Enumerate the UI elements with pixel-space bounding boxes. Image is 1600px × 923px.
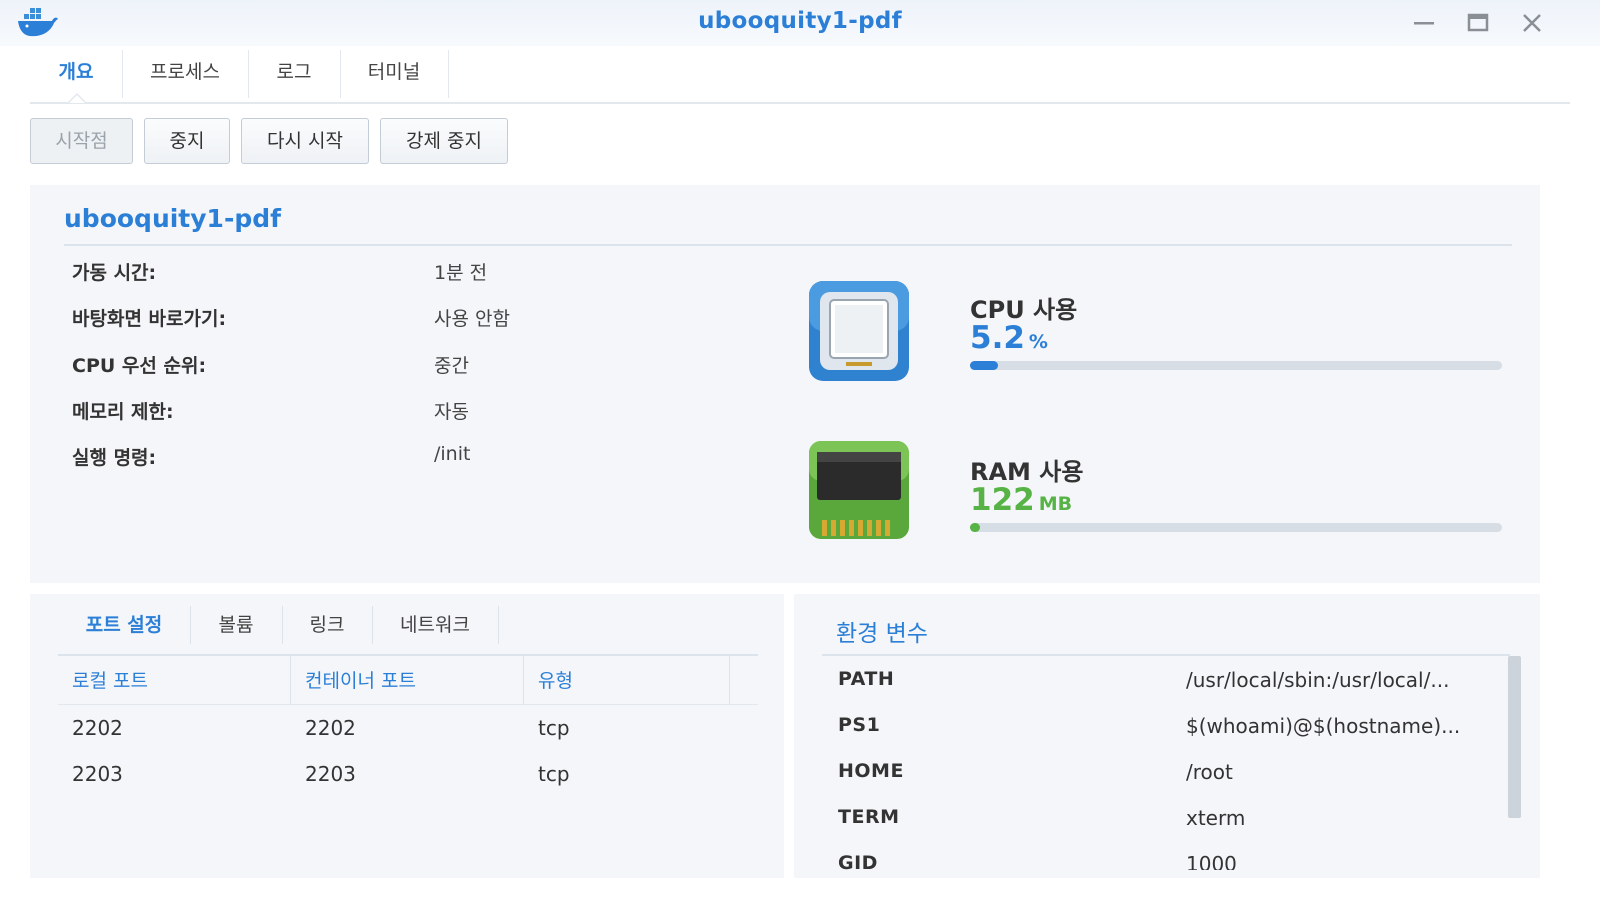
column-header-container-port[interactable]: 컨테이너 포트	[305, 666, 416, 693]
tab-process[interactable]: 프로세스	[122, 50, 249, 98]
desktop-shortcut-label: 바탕화면 바로가기:	[72, 308, 227, 330]
port-type-cell: tcp	[538, 762, 570, 786]
uptime-label: 가동 시간:	[72, 262, 157, 284]
env-value: /usr/local/sbin:/usr/local/...	[1186, 668, 1450, 692]
title-bar: ubooquity1-pdf	[0, 0, 1600, 46]
column-separator	[523, 656, 524, 704]
window-title: ubooquity1-pdf	[698, 8, 902, 34]
container-port-cell: 2203	[305, 762, 356, 786]
container-name: ubooquity1-pdf	[64, 204, 281, 233]
tab-log[interactable]: 로그	[248, 50, 341, 98]
local-port-cell: 2202	[72, 716, 123, 740]
minimize-icon[interactable]	[1409, 8, 1439, 38]
env-key: TERM	[838, 806, 900, 828]
env-title: 환경 변수	[836, 621, 928, 647]
divider	[58, 704, 758, 705]
column-header-type[interactable]: 유형	[538, 666, 573, 693]
ram-usage-bar	[970, 523, 1502, 532]
memory-limit-label: 메모리 제한:	[72, 401, 174, 423]
env-value: 1000	[1186, 852, 1237, 870]
cpu-usage-bar	[970, 361, 1502, 370]
main-tabs: 개요 프로세스 로그 터미널	[30, 50, 1570, 104]
ram-usage-bar-fill	[970, 523, 980, 532]
env-list[interactable]: PATH /usr/local/sbin:/usr/local/... PS1 …	[822, 656, 1506, 870]
active-tab-caret	[67, 93, 87, 103]
exec-command-label: 실행 명령:	[72, 447, 157, 469]
env-key: PATH	[838, 668, 895, 690]
column-header-local-port[interactable]: 로컬 포트	[72, 666, 148, 693]
desktop-shortcut-value: 사용 안함	[434, 308, 510, 330]
env-value: /root	[1186, 760, 1233, 784]
memory-limit-value: 자동	[434, 401, 469, 423]
env-scrollbar[interactable]	[1508, 656, 1521, 818]
port-type-cell: tcp	[538, 716, 570, 740]
env-key: HOME	[838, 760, 904, 782]
cpu-usage-number: 5.2	[970, 320, 1025, 356]
tab-overview[interactable]: 개요	[30, 50, 123, 98]
maximize-icon[interactable]	[1463, 8, 1493, 38]
ram-usage-value: 122 MB	[970, 482, 1072, 518]
cpu-usage-value: 5.2%	[970, 320, 1048, 356]
ram-usage-number: 122	[970, 482, 1035, 518]
env-value: xterm	[1186, 806, 1246, 830]
tab-volume[interactable]: 볼륨	[190, 606, 283, 644]
container-port-cell: 2202	[305, 716, 356, 740]
cpu-usage-unit: %	[1028, 331, 1048, 353]
tab-port-settings[interactable]: 포트 설정	[58, 606, 191, 644]
cpu-chip-icon	[806, 278, 912, 384]
cpu-priority-label: CPU 우선 순위:	[72, 355, 207, 377]
local-port-cell: 2203	[72, 762, 123, 786]
tab-terminal[interactable]: 터미널	[340, 50, 449, 98]
env-value: $(whoami)@$(hostname)...	[1186, 714, 1461, 738]
env-key: GID	[838, 852, 878, 870]
uptime-value: 1분 전	[434, 262, 488, 284]
close-icon[interactable]	[1517, 8, 1547, 38]
restart-button[interactable]: 다시 시작	[241, 118, 369, 164]
tab-link[interactable]: 링크	[282, 606, 373, 644]
cpu-priority-value: 중간	[434, 355, 469, 377]
stop-button[interactable]: 중지	[144, 118, 230, 164]
env-key: PS1	[838, 714, 881, 736]
column-separator	[290, 656, 291, 704]
cpu-usage-bar-fill	[970, 361, 998, 370]
exec-command-value: /init	[434, 443, 471, 465]
column-separator	[729, 656, 730, 704]
ram-usage-unit: MB	[1038, 493, 1073, 515]
start-button[interactable]: 시작점	[30, 118, 133, 164]
divider	[64, 244, 1512, 246]
divider	[58, 654, 758, 656]
tab-network[interactable]: 네트워크	[372, 606, 499, 644]
ram-module-icon	[806, 438, 912, 544]
force-stop-button[interactable]: 강제 중지	[380, 118, 508, 164]
